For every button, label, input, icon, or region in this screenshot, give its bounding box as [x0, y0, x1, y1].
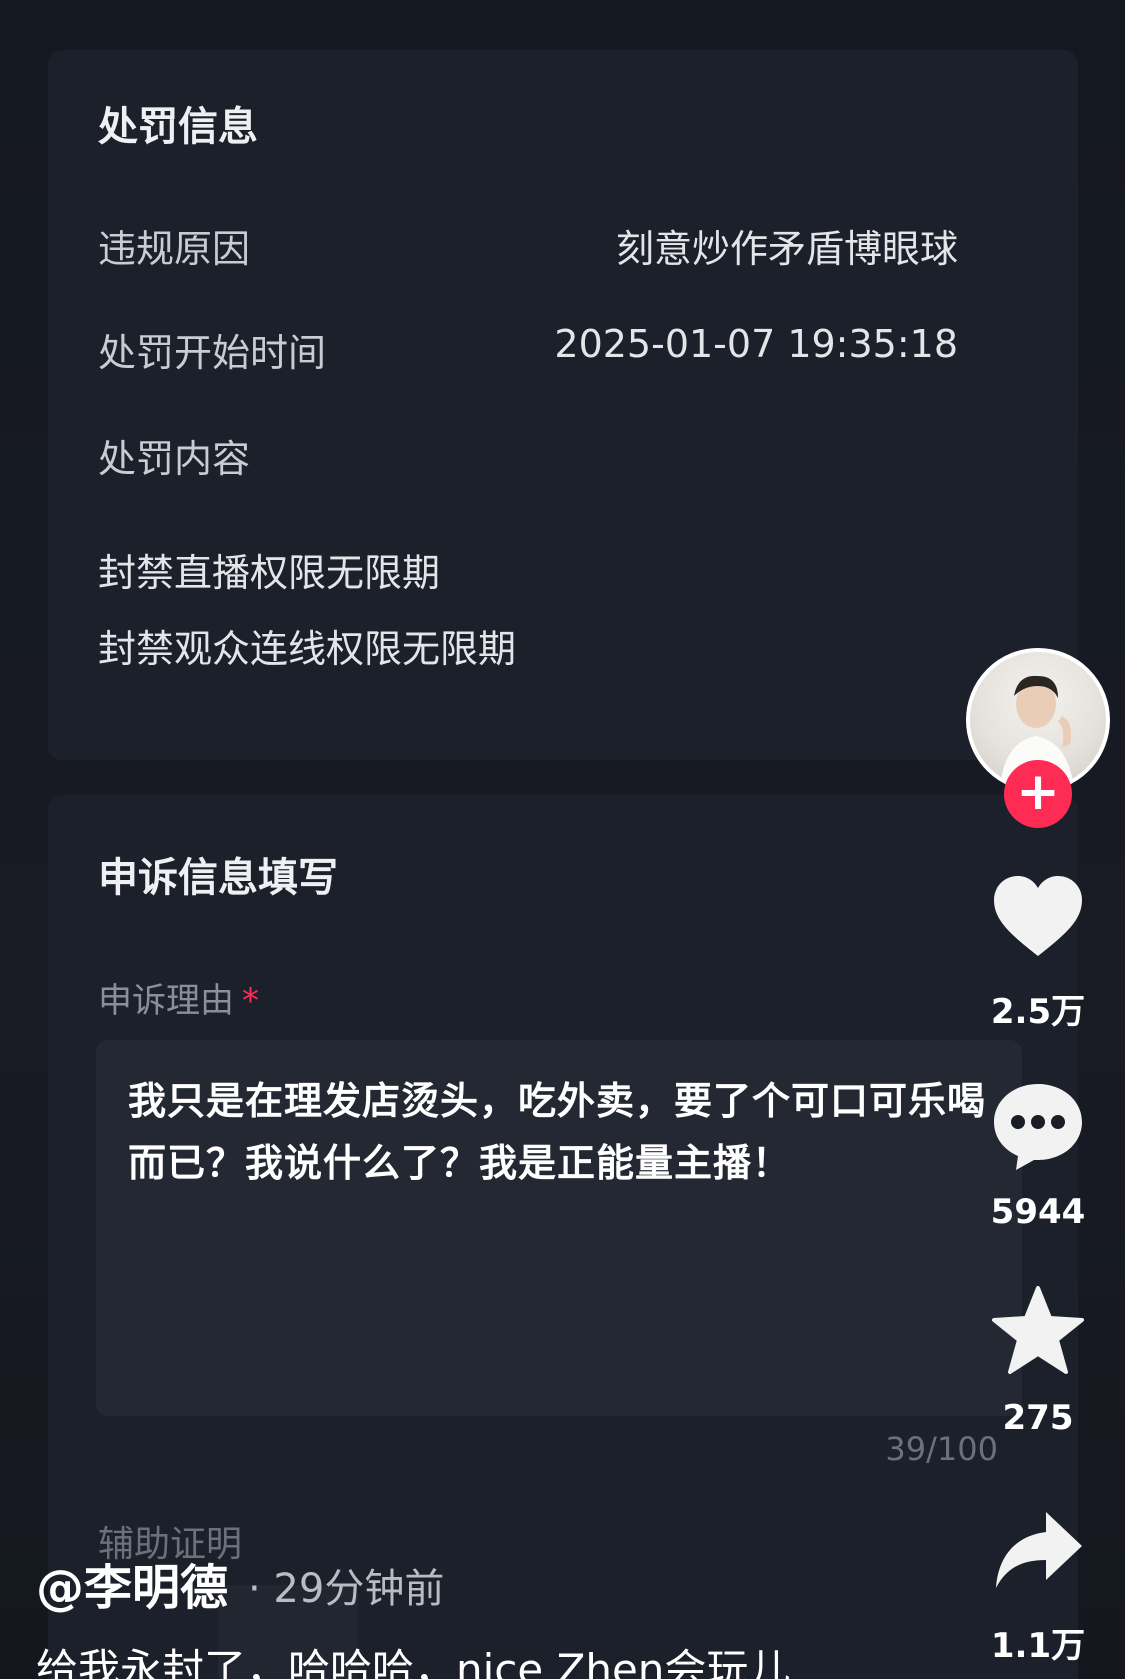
comment-icon[interactable]: [990, 1078, 1086, 1174]
appeal-reason-text: 我只是在理发店烫头，吃外卖，要了个可口可乐喝而已？我说什么了？我是正能量主播！: [128, 1079, 987, 1185]
share-icon[interactable]: [990, 1504, 1086, 1600]
penalty-title: 处罚信息: [98, 104, 258, 150]
star-icon[interactable]: [990, 1284, 1086, 1380]
appeal-reason-textarea[interactable]: 我只是在理发店烫头，吃外卖，要了个可口可乐喝而已？我说什么了？我是正能量主播！: [96, 1040, 1022, 1416]
like-count: 2.5万: [990, 992, 1086, 1032]
penalty-info-card: 处罚信息 违规原因 刻意炒作矛盾博眼球 处罚开始时间 2025-01-07 19…: [48, 50, 1078, 760]
violation-reason-label: 违规原因: [98, 227, 251, 271]
penalty-start-value: 2025-01-07 19:35:18: [554, 322, 958, 366]
heart-icon[interactable]: [990, 870, 1086, 966]
penalty-content-label: 处罚内容: [98, 437, 251, 481]
required-mark: *: [242, 981, 259, 1021]
appeal-title: 申诉信息填写: [98, 855, 338, 901]
appeal-reason-label: 申诉理由 *: [98, 973, 259, 1022]
appeal-form-card: 申诉信息填写 申诉理由 * 我只是在理发店烫头，吃外卖，要了个可口可乐喝而已？我说…: [48, 795, 1078, 1679]
penalty-content-line: 封禁观众连线权限无限期: [98, 627, 517, 671]
post-time: · 29分钟前: [248, 1566, 445, 1612]
penalty-content-line: 封禁直播权限无限期: [98, 551, 441, 595]
appeal-reason-label-text: 申诉理由: [98, 981, 234, 1021]
follow-button[interactable]: +: [1004, 760, 1072, 828]
share-count: 1.1万: [990, 1626, 1086, 1666]
video-page: 处罚信息 违规原因 刻意炒作矛盾博眼球 处罚开始时间 2025-01-07 19…: [0, 0, 1125, 1679]
post-caption: 给我永封了，哈哈哈，nice Zhen会玩儿: [36, 1645, 791, 1679]
penalty-start-label: 处罚开始时间: [98, 331, 327, 375]
favorite-count: 275: [1002, 1398, 1074, 1438]
author-name[interactable]: @李明德: [36, 1548, 228, 1618]
comment-count: 5944: [990, 1192, 1086, 1232]
violation-reason-value: 刻意炒作矛盾博眼球: [615, 227, 958, 271]
